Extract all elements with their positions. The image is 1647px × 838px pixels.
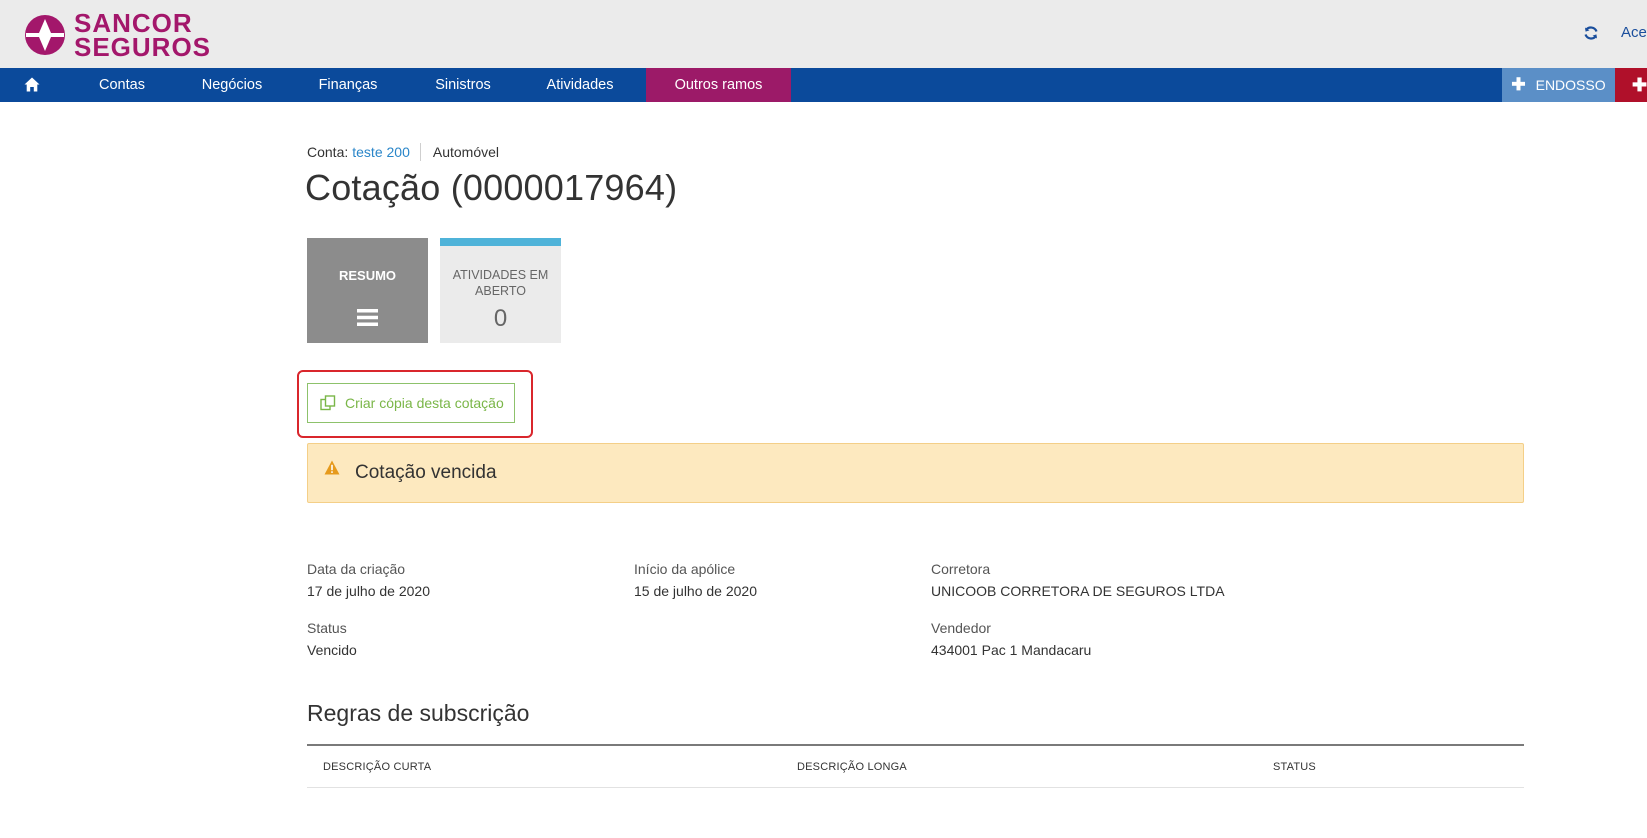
column-long-description[interactable]: DESCRIÇÃO LONGA — [797, 761, 907, 773]
creation-date-value: 17 de julho de 2020 — [307, 583, 430, 599]
status-value: Vencido — [307, 642, 357, 658]
brand-line-2: SEGUROS — [74, 32, 212, 62]
nav-contas[interactable]: Contas — [64, 68, 180, 102]
nav-home[interactable] — [0, 68, 64, 102]
tile-atividades-count: 0 — [493, 305, 508, 332]
brand-name: SANCOR SEGUROS — [74, 10, 212, 62]
tile-atividades-em-aberto[interactable]: ATIVIDADES EM ABERTO 0 — [440, 238, 561, 343]
account-link[interactable]: teste 200 — [352, 144, 410, 160]
policy-start-value: 15 de julho de 2020 — [634, 583, 757, 599]
tile-resumo-label: RESUMO — [338, 268, 397, 283]
seller-label: Vendedor — [931, 620, 991, 636]
breadcrumb-divider — [419, 143, 421, 161]
nav-outros-ramos[interactable]: Outros ramos — [646, 68, 791, 102]
main-nav: Contas Negócios Finanças Sinistros Ativi… — [0, 68, 1647, 102]
nav-atividades[interactable]: Atividades — [514, 68, 646, 102]
breadcrumb: Conta: teste 200 Automóvel — [307, 143, 499, 161]
plus-icon: ✚ — [1632, 75, 1647, 95]
alert-text: Cotação vencida — [355, 462, 497, 483]
access-link[interactable]: Acesso — [1621, 24, 1647, 41]
tile-resumo[interactable]: RESUMO — [307, 238, 428, 343]
nav-financas[interactable]: Finanças — [284, 68, 412, 102]
broker-value: UNICOOB CORRETORA DE SEGUROS LTDA — [931, 583, 1225, 599]
policy-start-label: Início da apólice — [634, 561, 736, 577]
sancor-logo-icon — [25, 15, 65, 55]
column-short-description[interactable]: DESCRIÇÃO CURTA — [323, 761, 431, 773]
page-title: Cotação (0000017964) — [305, 167, 678, 208]
column-status[interactable]: STATUS — [1273, 761, 1316, 773]
nav-sinistros[interactable]: Sinistros — [412, 68, 514, 102]
tile-atividades-label: ATIVIDADES EM ABERTO — [452, 268, 549, 298]
copy-icon — [320, 395, 336, 411]
refresh-icon[interactable] — [1583, 25, 1599, 41]
new-action-button[interactable]: ✚ — [1615, 68, 1647, 102]
product-label: Automóvel — [432, 144, 500, 160]
warning-icon — [324, 460, 340, 474]
account-prefix: Conta: — [307, 144, 349, 160]
expired-quote-alert: Cotação vencida — [307, 443, 1524, 503]
creation-date-label: Data da criação — [307, 561, 406, 577]
subscription-rules-title: Regras de subscrição — [307, 700, 530, 726]
top-bar: SANCOR SEGUROS Acesso — [0, 0, 1647, 68]
rules-table-header: DESCRIÇÃO CURTA DESCRIÇÃO LONGA STATUS — [307, 744, 1524, 788]
copy-quote-label: Criar cópia desta cotação — [345, 395, 504, 411]
nav-negocios[interactable]: Negócios — [180, 68, 284, 102]
seller-value: 434001 Pac 1 Mandacaru — [931, 642, 1092, 658]
broker-label: Corretora — [931, 561, 991, 577]
home-icon — [24, 77, 40, 92]
endosso-label: ENDOSSO — [1535, 77, 1606, 93]
status-label: Status — [307, 620, 347, 636]
plus-icon: ✚ — [1511, 75, 1526, 94]
copy-quote-button[interactable]: Criar cópia desta cotação — [307, 383, 515, 423]
sancor-logo[interactable]: SANCOR SEGUROS — [24, 10, 212, 62]
endosso-button[interactable]: ✚ ENDOSSO — [1502, 68, 1615, 102]
menu-icon — [357, 309, 378, 326]
